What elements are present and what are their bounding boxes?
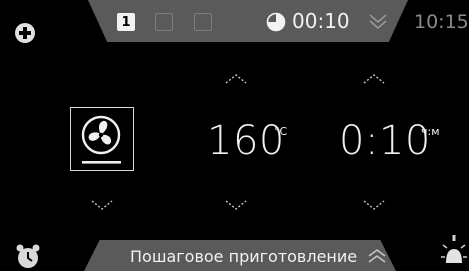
- chevron-down-icon: [363, 200, 385, 210]
- lamp-icon: [441, 235, 467, 263]
- clock: 10:15: [414, 11, 469, 33]
- alarm-clock-icon: [16, 244, 40, 268]
- duration-up-arrow[interactable]: [362, 73, 386, 85]
- cooking-mode-button[interactable]: [70, 107, 134, 171]
- chevron-down-icon: [91, 200, 113, 210]
- timer-icon: [266, 12, 286, 32]
- chevron-up-icon: [225, 74, 247, 84]
- duration-down-arrow[interactable]: [362, 199, 386, 211]
- step-2-box[interactable]: [155, 13, 173, 31]
- timer-value[interactable]: 00:10: [292, 10, 350, 32]
- fan-icon: [81, 115, 121, 164]
- plus-circle-icon: [15, 23, 35, 43]
- double-chevron-up-icon: [368, 249, 386, 263]
- temperature-down-arrow[interactable]: [224, 199, 248, 211]
- expand-top-button[interactable]: [366, 10, 390, 34]
- double-chevron-down-icon: [369, 14, 387, 29]
- step-3-box[interactable]: [194, 13, 212, 31]
- oven-light-button[interactable]: [440, 233, 468, 271]
- chevron-down-icon: [225, 200, 247, 210]
- duration-value[interactable]: 0:10: [339, 119, 431, 163]
- step-cooking-label[interactable]: Пошаговое приготовление: [130, 247, 357, 267]
- mode-down-arrow[interactable]: [90, 199, 114, 211]
- step-1-box[interactable]: 1: [117, 13, 135, 31]
- expand-bottom-button[interactable]: [366, 248, 388, 264]
- chevron-up-icon: [363, 74, 385, 84]
- temperature-unit: °C: [274, 125, 288, 138]
- temperature-up-arrow[interactable]: [224, 73, 248, 85]
- alarm-button[interactable]: [15, 243, 41, 271]
- duration-unit: ч:м: [421, 125, 440, 138]
- add-button[interactable]: [14, 22, 36, 44]
- top-status-tab: [88, 0, 408, 42]
